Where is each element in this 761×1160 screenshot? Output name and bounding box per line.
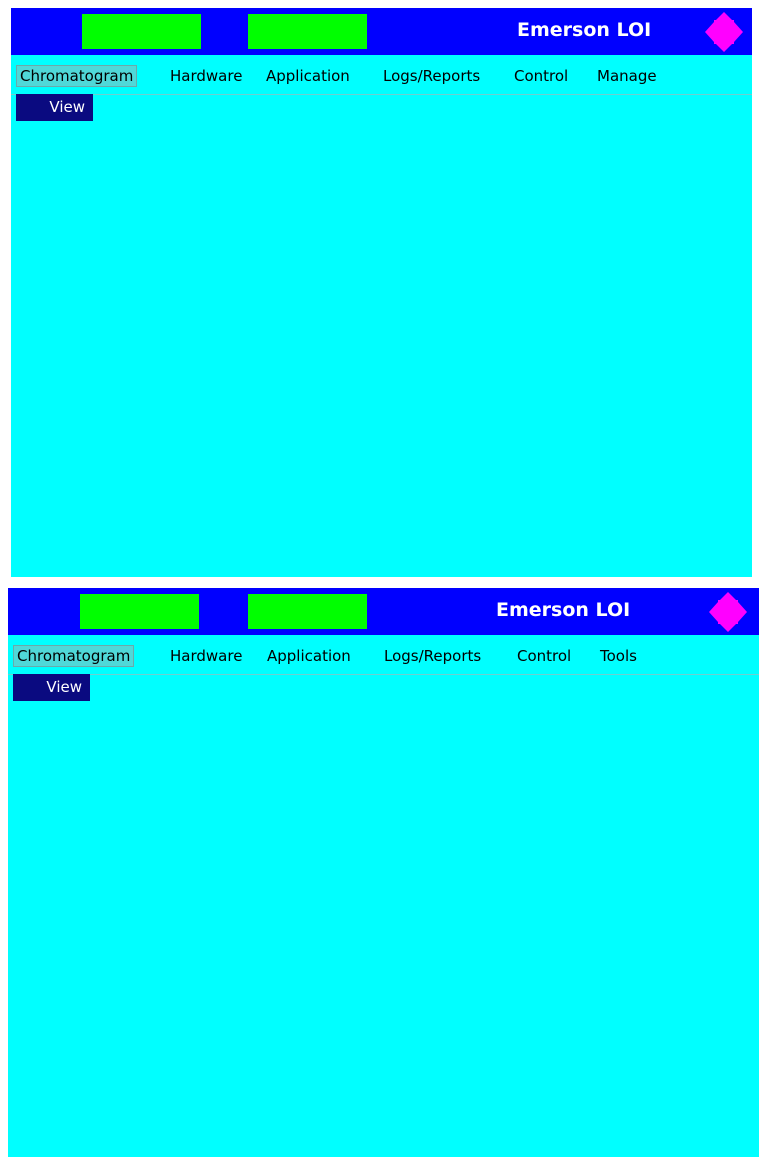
submenu-view[interactable]: View — [13, 674, 90, 701]
submenu-view-label: View — [46, 678, 82, 696]
menu-application[interactable]: Application — [262, 65, 354, 87]
menu-chromatogram[interactable]: Chromatogram — [13, 645, 135, 667]
menu-tools[interactable]: Tools — [596, 645, 641, 667]
menu-hardware[interactable]: Hardware — [166, 645, 246, 667]
menu-manage[interactable]: Manage — [593, 65, 661, 87]
menu-bar: Chromatogram Hardware Application Logs/R… — [8, 635, 759, 675]
menu-chromatogram[interactable]: Chromatogram — [16, 65, 138, 87]
status-indicator-1 — [80, 594, 199, 629]
app-title: Emerson LOI — [517, 19, 652, 41]
menu-hardware[interactable]: Hardware — [166, 65, 246, 87]
title-bar: Emerson LOI — [8, 588, 759, 635]
app-title: Emerson LOI — [496, 599, 631, 621]
navigation-arrows-icon[interactable] — [706, 590, 750, 634]
status-indicator-2 — [248, 594, 367, 629]
loi-screen-top: Emerson LOI Chromatogram Hardware Applic… — [11, 8, 752, 577]
menu-bar: Chromatogram Hardware Application Logs/R… — [11, 55, 752, 95]
loi-screen-bottom: Emerson LOI Chromatogram Hardware Applic… — [8, 588, 759, 1157]
status-indicator-1 — [82, 14, 201, 49]
navigation-arrows-icon[interactable] — [702, 10, 746, 54]
submenu-view-label: View — [49, 98, 85, 116]
menu-application[interactable]: Application — [263, 645, 355, 667]
title-bar: Emerson LOI — [11, 8, 752, 55]
menu-logs-reports[interactable]: Logs/Reports — [380, 645, 485, 667]
submenu-view[interactable]: View — [16, 94, 93, 121]
menu-control[interactable]: Control — [513, 645, 575, 667]
menu-logs-reports[interactable]: Logs/Reports — [379, 65, 484, 87]
status-indicator-2 — [248, 14, 367, 49]
menu-control[interactable]: Control — [510, 65, 572, 87]
